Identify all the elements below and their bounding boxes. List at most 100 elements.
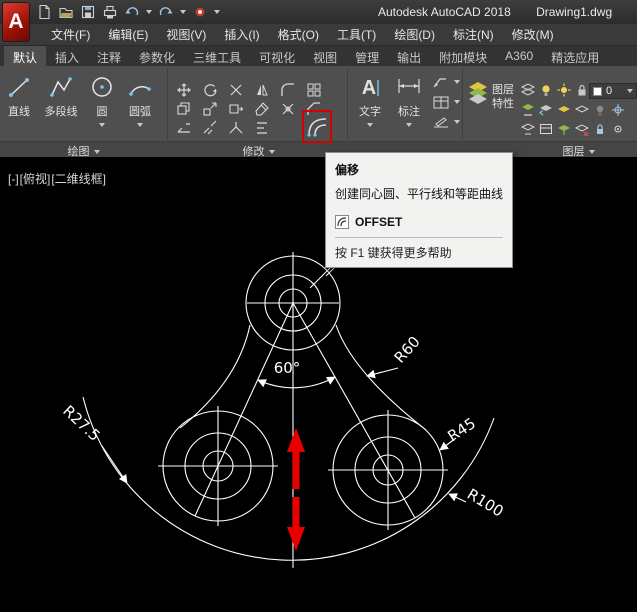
tooltip-command-name: OFFSET xyxy=(355,215,402,229)
table-dropdown-icon[interactable] xyxy=(454,100,460,104)
modify-panel-expand-icon xyxy=(269,150,275,154)
layer-walk-icon[interactable] xyxy=(521,122,537,138)
menu-insert[interactable]: 插入(I) xyxy=(215,23,268,46)
layer-delete-icon[interactable] xyxy=(575,122,591,138)
menu-view[interactable]: 视图(V) xyxy=(157,23,215,46)
layer-state-icon[interactable] xyxy=(521,83,537,99)
undo-dropdown-icon[interactable] xyxy=(146,10,152,14)
stretch-tool-icon[interactable] xyxy=(228,101,244,117)
save-icon[interactable] xyxy=(80,4,96,20)
undo-icon[interactable] xyxy=(124,4,140,20)
polyline-tool-button[interactable]: 多段线 xyxy=(38,74,84,119)
layer-freeze-sun-icon[interactable] xyxy=(557,83,573,99)
tab-insert[interactable]: 插入 xyxy=(46,46,88,66)
text-dropdown-icon[interactable] xyxy=(367,123,373,127)
offset-command-icon xyxy=(335,215,349,229)
arc-dropdown-icon[interactable] xyxy=(137,123,143,127)
qat-menu-icon[interactable] xyxy=(214,10,220,14)
align-tool-icon[interactable] xyxy=(254,120,270,136)
leader-dropdown-icon[interactable] xyxy=(454,80,460,84)
tab-manage[interactable]: 管理 xyxy=(346,46,388,66)
polyline-icon xyxy=(49,74,73,100)
menu-edit[interactable]: 编辑(E) xyxy=(99,23,157,46)
tab-3dtools[interactable]: 三维工具 xyxy=(184,46,250,66)
layer-on-bulb-icon[interactable] xyxy=(539,83,555,99)
tab-featured-apps[interactable]: 精选应用 xyxy=(542,46,608,66)
circle-tool-button[interactable]: 圆 xyxy=(88,74,116,131)
explode-tool-icon[interactable] xyxy=(280,101,296,117)
layer-dropdown-caret-icon xyxy=(627,89,633,93)
rotate-tool-icon[interactable] xyxy=(202,82,218,98)
tab-addins[interactable]: 附加模块 xyxy=(430,46,496,66)
autocad-window: { "colors": { "highlight_red": "#d60000"… xyxy=(0,0,637,612)
break-tool-icon[interactable] xyxy=(202,120,218,136)
radius-r60-label: R60 xyxy=(391,333,424,367)
menu-modify[interactable]: 修改(M) xyxy=(503,23,563,46)
tab-output[interactable]: 输出 xyxy=(388,46,430,66)
application-menu-button[interactable]: A xyxy=(2,2,30,42)
layer-dropdown[interactable]: 0 xyxy=(589,83,637,99)
modify-panel-title[interactable]: 修改 xyxy=(170,143,347,157)
share-icon[interactable] xyxy=(192,4,208,20)
open-file-icon[interactable] xyxy=(58,4,74,20)
layer-vpfreeze-icon[interactable] xyxy=(539,122,555,138)
arc-tool-button[interactable]: 圆弧 xyxy=(120,74,160,131)
menu-tools[interactable]: 工具(T) xyxy=(328,23,385,46)
layer-isolate-icon[interactable] xyxy=(557,103,573,119)
table-tool-icon[interactable] xyxy=(432,96,454,112)
layer-settings-icon[interactable] xyxy=(611,122,627,138)
markup-tool-icon[interactable] xyxy=(432,116,454,132)
leader-tool-icon[interactable] xyxy=(432,76,454,92)
tab-parametric[interactable]: 参数化 xyxy=(130,46,184,66)
new-file-icon[interactable] xyxy=(36,4,52,20)
layer-freeze-icon[interactable] xyxy=(611,103,627,119)
menu-dimension[interactable]: 标注(N) xyxy=(444,23,503,46)
erase-tool-icon[interactable] xyxy=(254,101,270,117)
menu-draw[interactable]: 绘图(D) xyxy=(385,23,444,46)
line-tool-button[interactable]: 直线 xyxy=(2,74,36,119)
copy-tool-icon[interactable] xyxy=(176,101,192,117)
tab-a360[interactable]: A360 xyxy=(496,46,542,66)
circle-icon xyxy=(90,74,114,100)
tab-home[interactable]: 默认 xyxy=(4,46,46,66)
menu-file[interactable]: 文件(F) xyxy=(42,23,99,46)
plot-icon[interactable] xyxy=(102,4,118,20)
dimension-dropdown-icon[interactable] xyxy=(406,123,412,127)
layer-prev-icon[interactable] xyxy=(539,103,555,119)
tab-view[interactable]: 视图 xyxy=(304,46,346,66)
lengthen-tool-icon[interactable] xyxy=(176,120,192,136)
layer-properties-button[interactable]: 图层 特性 xyxy=(467,74,519,134)
layer-merge-icon[interactable] xyxy=(557,122,573,138)
draw-panel-title[interactable]: 绘图 xyxy=(0,143,167,157)
drawing-canvas[interactable]: [-][俯视][二维线框] xyxy=(0,157,637,612)
text-tool-button[interactable]: A 文字 xyxy=(352,74,388,131)
layer-unisolate-icon[interactable] xyxy=(575,103,591,119)
redo-icon[interactable] xyxy=(158,4,174,20)
layer-lockfade-icon[interactable] xyxy=(593,122,609,138)
down-arrow xyxy=(287,497,305,551)
array-tool-icon[interactable] xyxy=(306,82,322,98)
scale-tool-icon[interactable] xyxy=(202,101,218,117)
menu-format[interactable]: 格式(O) xyxy=(269,23,328,46)
tab-annotate[interactable]: 注释 xyxy=(88,46,130,66)
tab-visualize[interactable]: 可视化 xyxy=(250,46,304,66)
layer-color-swatch xyxy=(593,87,602,96)
fillet-tool-icon[interactable] xyxy=(280,82,296,98)
quick-access-toolbar xyxy=(36,4,220,20)
offset-tooltip: 偏移 创建同心圆、平行线和等距曲线 OFFSET 按 F1 键获得更多帮助 xyxy=(325,152,513,268)
join-tool-icon[interactable] xyxy=(228,120,244,136)
move-tool-icon[interactable] xyxy=(176,82,192,98)
layers-panel-title[interactable]: 图层 xyxy=(520,143,637,157)
redo-dropdown-icon[interactable] xyxy=(180,10,186,14)
arc-icon xyxy=(128,74,152,100)
layer-off-icon[interactable] xyxy=(593,103,609,119)
layer-properties-icon xyxy=(467,80,489,106)
radius-left-label: R27.5 xyxy=(59,402,103,445)
mirror-tool-icon[interactable] xyxy=(254,82,270,98)
dimension-tool-button[interactable]: 标注 xyxy=(392,74,426,131)
markup-dropdown-icon[interactable] xyxy=(454,120,460,124)
circle-dropdown-icon[interactable] xyxy=(99,123,105,127)
layer-match-icon[interactable] xyxy=(521,103,537,119)
trim-tool-icon[interactable] xyxy=(228,82,244,98)
radius-r45-label: R45 xyxy=(444,414,479,445)
